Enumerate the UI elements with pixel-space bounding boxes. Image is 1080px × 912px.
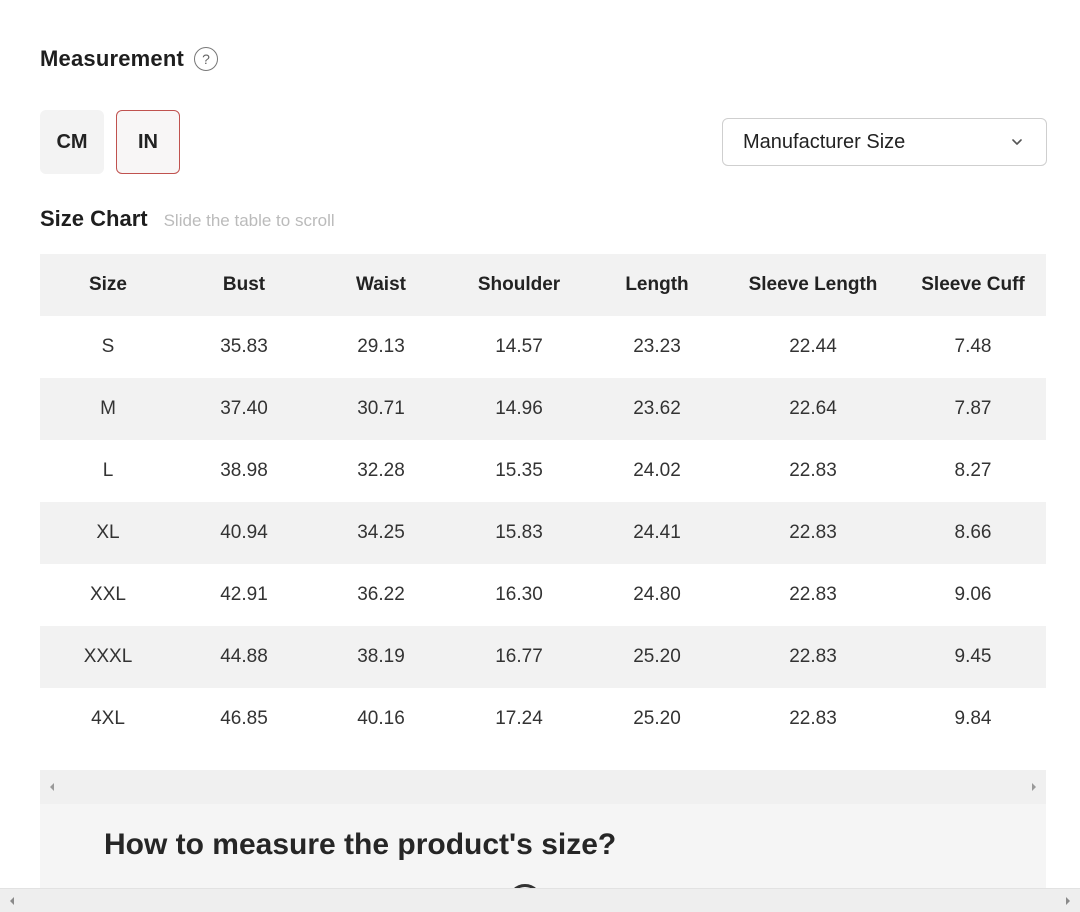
table-cell: 32.28: [357, 460, 405, 481]
table-cell: 37.40: [176, 378, 312, 440]
table-cell: 22.83: [726, 502, 900, 564]
table-cell: 23.62: [588, 378, 726, 440]
table-cell: 14.57: [495, 336, 543, 357]
table-cell: 40.94: [176, 502, 312, 564]
table-row: S 35.83 29.13 14.57 23.23 22.44 7.48: [40, 316, 1046, 378]
table-cell: 22.44: [789, 336, 837, 357]
table-cell: 42.91: [220, 584, 268, 605]
table-cell: 16.30: [495, 584, 543, 605]
scroll-left-arrow-icon[interactable]: [42, 770, 62, 804]
table-cell: 9.84: [954, 708, 992, 729]
size-standard-value: Manufacturer Size: [743, 130, 906, 153]
table-row: 4XL 46.85 40.16 17.24 25.20 22.83 9.84: [40, 688, 1046, 750]
table-cell: L: [102, 460, 114, 481]
table-cell: 14.96: [450, 378, 588, 440]
table-cell: 4XL: [91, 708, 125, 729]
table-cell: 22.83: [789, 584, 837, 605]
column-header: Bust: [176, 254, 312, 316]
table-cell: 24.80: [633, 584, 681, 605]
scroll-hint: Slide the table to scroll: [163, 211, 335, 230]
size-chart-title: Size Chart: [40, 206, 148, 231]
column-header: Sleeve Cuff: [900, 254, 1046, 316]
table-cell: 24.41: [588, 502, 726, 564]
table-cell: 44.88: [176, 626, 312, 688]
table-cell: M: [40, 378, 176, 440]
table-cell: 17.24: [495, 708, 543, 729]
table-cell: 40.16: [357, 708, 405, 729]
table-header-row: Size Bust Waist Shoulder Length Sleeve L…: [40, 254, 1046, 316]
measurement-header: Measurement ?: [40, 46, 219, 72]
table-cell: 9.06: [954, 584, 992, 605]
page-scroll-right-arrow-icon[interactable]: [1058, 889, 1078, 912]
table-cell: 8.27: [954, 460, 992, 481]
chevron-down-icon: [1012, 139, 1022, 145]
column-header: Shoulder: [450, 254, 588, 316]
size-standard-select[interactable]: Manufacturer Size: [722, 118, 1047, 166]
table-cell: 38.19: [312, 626, 450, 688]
table-cell: 38.98: [220, 460, 268, 481]
table-cell: 24.02: [633, 460, 681, 481]
how-to-measure-title: How to measure the product's size?: [104, 828, 617, 861]
table-cell: 8.66: [900, 502, 1046, 564]
unit-in-button[interactable]: IN: [116, 110, 180, 174]
table-horizontal-scrollbar[interactable]: [40, 770, 1046, 804]
table-cell: 22.64: [726, 378, 900, 440]
table-cell: 34.25: [312, 502, 450, 564]
page-scroll-left-arrow-icon[interactable]: [2, 889, 22, 912]
table-cell: 15.35: [495, 460, 543, 481]
table-row: M 37.40 30.71 14.96 23.62 22.64 7.87: [40, 378, 1046, 440]
table-cell: 25.20: [633, 708, 681, 729]
column-header: Size: [40, 254, 176, 316]
table-cell: 30.71: [312, 378, 450, 440]
table-cell: 35.83: [220, 336, 268, 357]
column-header: Waist: [312, 254, 450, 316]
column-header: Sleeve Length: [726, 254, 900, 316]
table-cell: S: [101, 336, 115, 357]
table-cell: XXL: [90, 584, 126, 605]
size-chart-table: Size Bust Waist Shoulder Length Sleeve L…: [40, 254, 1046, 750]
table-cell: 16.77: [450, 626, 588, 688]
scroll-right-arrow-icon[interactable]: [1024, 770, 1044, 804]
size-chart-header: Size Chart Slide the table to scroll: [40, 206, 335, 232]
table-cell: 15.83: [450, 502, 588, 564]
table-cell: 46.85: [220, 708, 268, 729]
table-cell: 22.83: [789, 708, 837, 729]
table-cell: XL: [40, 502, 176, 564]
table-cell: 7.48: [954, 336, 992, 357]
unit-toggle: CM IN: [40, 110, 180, 174]
measurement-title: Measurement: [40, 46, 185, 71]
table-cell: 36.22: [357, 584, 405, 605]
help-icon[interactable]: ?: [194, 47, 219, 71]
table-cell: 9.45: [900, 626, 1046, 688]
table-row: XXXL 44.88 38.19 16.77 25.20 22.83 9.45: [40, 626, 1046, 688]
size-guide-page: Measurement ? CM IN Manufacturer Size Si…: [0, 0, 1080, 912]
table-cell: 7.87: [900, 378, 1046, 440]
table-cell: XXXL: [40, 626, 176, 688]
unit-cm-button[interactable]: CM: [40, 110, 104, 174]
table-cell: 22.83: [726, 626, 900, 688]
table-cell: 22.83: [789, 460, 837, 481]
table-cell: 25.20: [588, 626, 726, 688]
table-row: XXL 42.91 36.22 16.30 24.80 22.83 9.06: [40, 564, 1046, 626]
table-row: XL 40.94 34.25 15.83 24.41 22.83 8.66: [40, 502, 1046, 564]
page-horizontal-scrollbar[interactable]: [0, 888, 1080, 912]
column-header: Length: [588, 254, 726, 316]
table-row: L 38.98 32.28 15.35 24.02 22.83 8.27: [40, 440, 1046, 502]
table-cell: 23.23: [633, 336, 681, 357]
table-cell: 29.13: [357, 336, 405, 357]
